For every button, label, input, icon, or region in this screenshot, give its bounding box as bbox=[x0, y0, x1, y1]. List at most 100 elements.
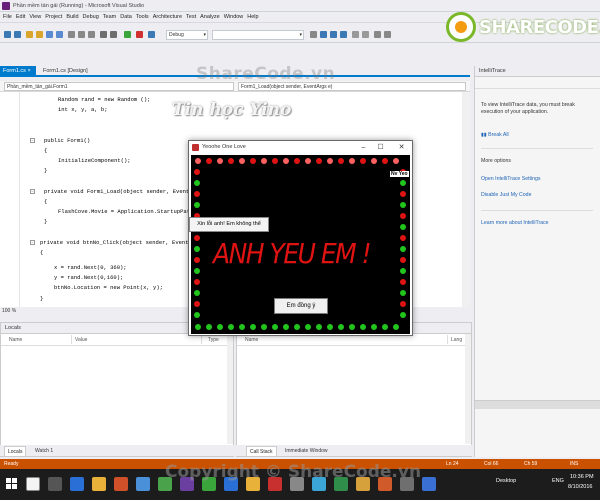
column-header-lang[interactable]: Lang bbox=[451, 337, 462, 343]
save-all-icon[interactable] bbox=[56, 31, 63, 38]
solution-config-select[interactable]: Debug ▾ bbox=[166, 30, 208, 40]
logo-text: SHARECODE.vn bbox=[479, 17, 600, 38]
open-settings-link[interactable]: Open IntelliTrace Settings bbox=[481, 176, 541, 182]
code-line: { bbox=[44, 147, 48, 154]
collapse-icon[interactable]: − bbox=[30, 189, 35, 194]
menu-project[interactable]: Project bbox=[45, 14, 62, 20]
next-bookmark-icon[interactable] bbox=[384, 31, 391, 38]
step-out-icon[interactable] bbox=[340, 31, 347, 38]
disable-just-my-code-link[interactable]: Disable Just My Code bbox=[481, 192, 531, 198]
new-project-icon[interactable] bbox=[26, 31, 33, 38]
save-icon[interactable] bbox=[46, 31, 53, 38]
clock-time[interactable]: 10:36 PM bbox=[570, 474, 594, 480]
learn-more-link[interactable]: Learn more about IntelliTrace bbox=[481, 220, 549, 226]
menu-view[interactable]: View bbox=[29, 14, 41, 20]
tab-locals[interactable]: Locals bbox=[4, 446, 27, 456]
callstack-scrollbar[interactable] bbox=[465, 334, 471, 444]
bookmark-icon[interactable] bbox=[374, 31, 381, 38]
menu-architecture[interactable]: Architecture bbox=[153, 14, 182, 20]
uncomment-icon[interactable] bbox=[362, 31, 369, 38]
task-view-icon[interactable] bbox=[48, 477, 62, 491]
tab-watch-1[interactable]: Watch 1 bbox=[32, 446, 56, 456]
app-title-bar[interactable]: Yeoohe One Love – ☐ ✕ bbox=[189, 141, 412, 154]
callstack-panel: Call Stack Name Lang bbox=[236, 322, 472, 457]
step-into-icon[interactable] bbox=[320, 31, 327, 38]
menu-window[interactable]: Window bbox=[224, 14, 244, 20]
menu-help[interactable]: Help bbox=[247, 14, 258, 20]
search-icon[interactable] bbox=[26, 477, 40, 491]
find-icon[interactable] bbox=[310, 31, 317, 38]
tab-immediate-window[interactable]: Immediate Window bbox=[282, 446, 331, 456]
open-file-icon[interactable] bbox=[36, 31, 43, 38]
code-line: { bbox=[44, 198, 48, 205]
app-title: Yeoohe One Love bbox=[202, 144, 246, 150]
close-icon[interactable]: ✕ bbox=[395, 142, 408, 153]
edge-icon[interactable] bbox=[70, 477, 84, 491]
border-dot bbox=[349, 324, 355, 330]
forward-icon[interactable] bbox=[14, 31, 21, 38]
minimize-icon[interactable]: – bbox=[357, 142, 370, 153]
tab-form1-design[interactable]: Form1.cs [Design] bbox=[40, 66, 100, 77]
break-all-link[interactable]: ▮▮ Break All bbox=[481, 132, 509, 138]
paste-icon[interactable] bbox=[88, 31, 95, 38]
copy-icon[interactable] bbox=[78, 31, 85, 38]
platform-select[interactable]: ▾ bbox=[212, 30, 304, 40]
refuse-button[interactable]: Xin lỗi anh! Em không thể bbox=[189, 217, 269, 232]
maximize-icon[interactable]: ☐ bbox=[374, 142, 387, 153]
editor-scrollbar[interactable] bbox=[462, 92, 470, 307]
close-icon[interactable]: × bbox=[27, 68, 30, 74]
menu-file[interactable]: File bbox=[3, 14, 12, 20]
app-icon[interactable] bbox=[136, 477, 150, 491]
border-dot bbox=[316, 324, 322, 330]
border-dot bbox=[400, 180, 406, 186]
menu-build[interactable]: Build bbox=[66, 14, 78, 20]
language-indicator[interactable]: ENG bbox=[552, 478, 564, 484]
desktop-toolbar[interactable]: Desktop bbox=[496, 478, 516, 484]
column-header-name[interactable]: Name bbox=[9, 337, 22, 343]
editor-gutter bbox=[0, 92, 20, 307]
menu-tools[interactable]: Tools bbox=[136, 14, 149, 20]
column-header-type[interactable]: Type bbox=[208, 337, 219, 343]
border-dot bbox=[382, 324, 388, 330]
column-header-name[interactable]: Name bbox=[245, 337, 258, 343]
love-message: ANH YEU EM ! bbox=[213, 237, 372, 270]
cut-icon[interactable] bbox=[68, 31, 75, 38]
border-dot bbox=[400, 312, 406, 318]
tab-form1-cs[interactable]: Form1.cs × bbox=[0, 66, 36, 77]
column-header-value[interactable]: Value bbox=[75, 337, 87, 343]
restart-icon[interactable] bbox=[148, 31, 155, 38]
border-dot bbox=[195, 158, 201, 164]
accept-button[interactable]: Em đồng ý bbox=[274, 298, 328, 314]
app-icon[interactable] bbox=[114, 477, 128, 491]
collapse-icon[interactable]: − bbox=[30, 138, 35, 143]
zoom-level[interactable]: 100 % bbox=[2, 308, 16, 314]
comment-icon[interactable] bbox=[352, 31, 359, 38]
intellitrace-toolbar bbox=[475, 77, 600, 89]
menu-test[interactable]: Test bbox=[186, 14, 196, 20]
locals-scrollbar[interactable] bbox=[227, 334, 233, 444]
collapse-icon[interactable]: − bbox=[30, 240, 35, 245]
menu-edit[interactable]: Edit bbox=[16, 14, 25, 20]
redo-icon[interactable] bbox=[110, 31, 117, 38]
step-over-icon[interactable] bbox=[330, 31, 337, 38]
continue-icon[interactable] bbox=[124, 31, 131, 38]
menu-analyze[interactable]: Analyze bbox=[200, 14, 220, 20]
stop-icon[interactable] bbox=[136, 31, 143, 38]
undo-icon[interactable] bbox=[100, 31, 107, 38]
sharecode-logo: SHARECODE.vn bbox=[446, 12, 600, 46]
visual-studio-icon bbox=[2, 2, 10, 10]
menu-debug[interactable]: Debug bbox=[83, 14, 99, 20]
status-column: Col 66 bbox=[484, 461, 499, 467]
menu-data[interactable]: Data bbox=[120, 14, 132, 20]
back-icon[interactable] bbox=[4, 31, 11, 38]
file-explorer-icon[interactable] bbox=[92, 477, 106, 491]
code-line: private void Form1_Load(object sender, E… bbox=[44, 188, 203, 195]
code-line: { bbox=[40, 249, 44, 256]
border-dot bbox=[316, 158, 322, 164]
clock-date[interactable]: 8/10/2016 bbox=[568, 484, 592, 490]
menu-team[interactable]: Team bbox=[103, 14, 116, 20]
column-divider bbox=[447, 335, 448, 344]
app-icon[interactable] bbox=[422, 477, 436, 491]
windows-start-icon[interactable] bbox=[6, 478, 18, 490]
tab-call-stack[interactable]: Call Stack bbox=[246, 446, 277, 456]
